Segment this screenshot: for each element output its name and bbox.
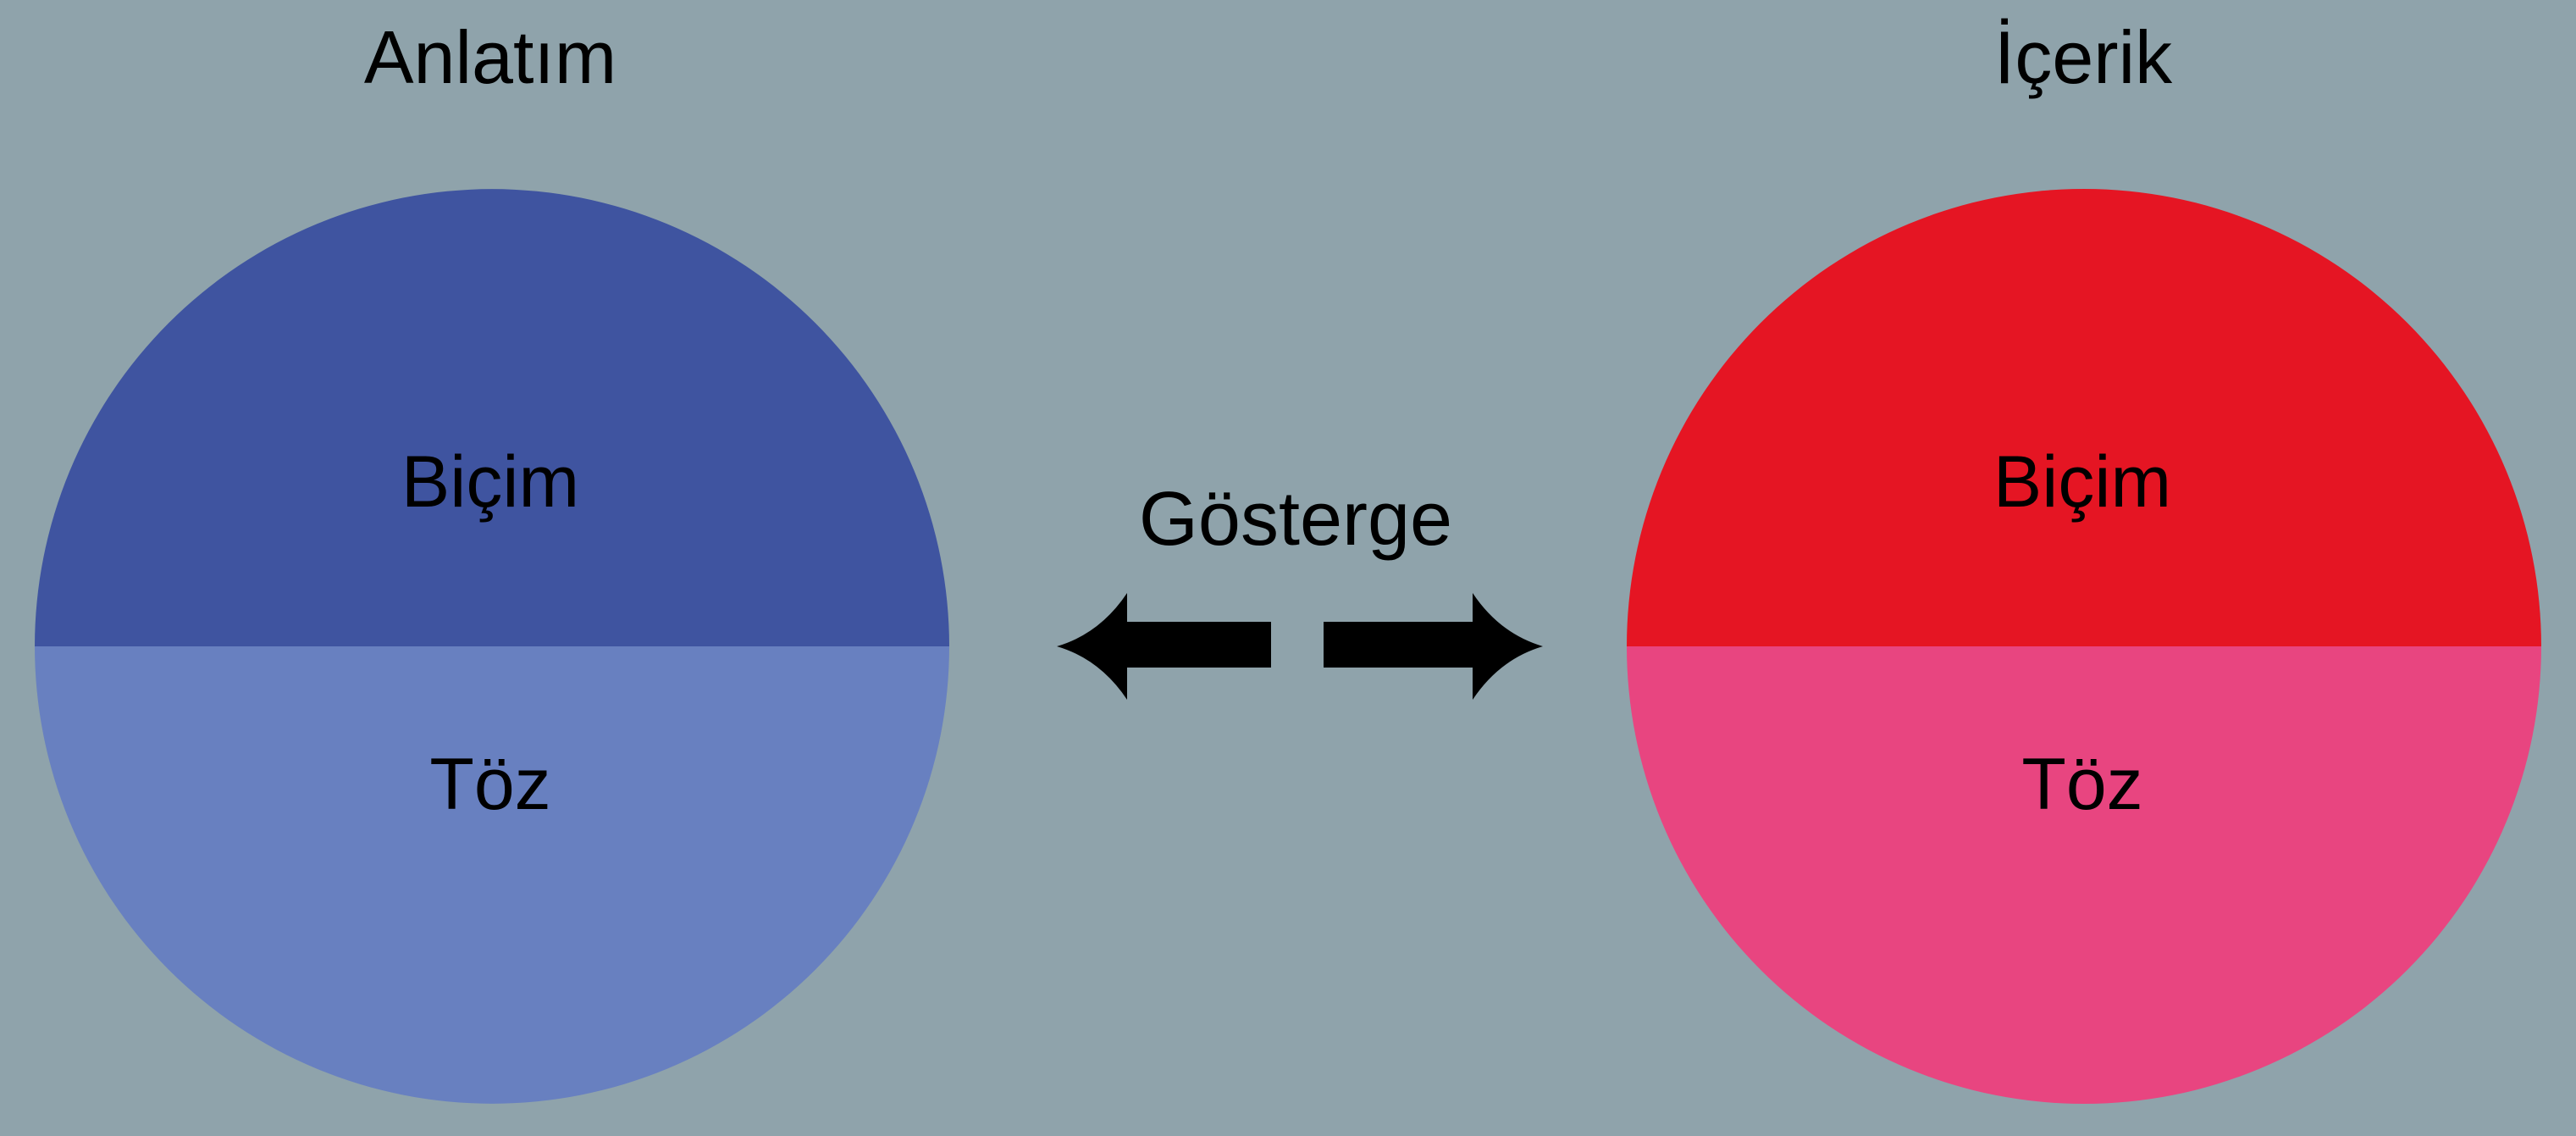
left-circle: Biçim Töz — [35, 189, 949, 1104]
right-top-label: Biçim — [1993, 441, 2171, 523]
left-arrow — [1057, 593, 1271, 700]
right-circle-top-half — [1627, 189, 2541, 646]
right-circle: Biçim Töz — [1627, 189, 2541, 1104]
right-arrow — [1324, 593, 1543, 700]
sign-diagram: Anlatım İçerik Biçim Töz Biçim Töz Göste… — [35, 15, 2541, 1104]
left-circle-top-half — [35, 189, 949, 646]
diagram-canvas: Anlatım İçerik Biçim Töz Biçim Töz Göste… — [0, 0, 2576, 1136]
left-bottom-label: Töz — [429, 744, 550, 825]
left-top-label: Biçim — [401, 441, 579, 523]
left-circle-bottom-half — [35, 646, 949, 1104]
right-bottom-label: Töz — [2021, 744, 2142, 825]
center-label: Gösterge — [1139, 477, 1452, 562]
right-title: İçerik — [1994, 15, 2173, 99]
left-title: Anlatım — [364, 15, 616, 99]
right-circle-bottom-half — [1627, 646, 2541, 1104]
